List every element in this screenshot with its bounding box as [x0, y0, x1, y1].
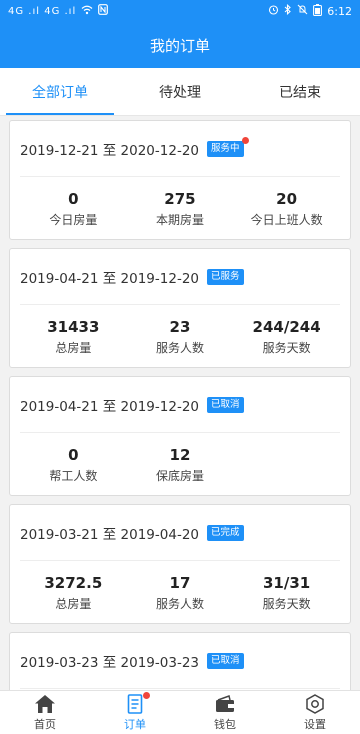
stat-item: 31/31 服务天数	[233, 573, 340, 612]
status-badge: 已服务	[207, 268, 244, 285]
stat-item: 0 今日房量	[20, 189, 127, 228]
order-card-header: 2019-03-23 至 2019-03-23 已取消	[20, 633, 340, 689]
order-stats: 0 帮工人数 12 保底房量	[20, 433, 340, 495]
order-date-range: 2019-04-21 至 2019-12-20	[20, 398, 199, 415]
stat-label: 服务天数	[262, 340, 311, 355]
order-card-header: 2019-04-21 至 2019-12-20 已取消	[20, 377, 340, 433]
bottom-nav: 首页 订单 钱包 设置	[0, 690, 360, 734]
nav-label: 订单	[124, 717, 146, 731]
tab-label: 已结束	[279, 84, 321, 101]
stat-value: 23	[169, 317, 191, 336]
order-stats: 3272.5 总房量 17 服务人数 31/31 服务天数	[20, 561, 340, 623]
order-card-header: 2019-03-21 至 2019-04-20 已完成	[20, 505, 340, 561]
notification-dot	[241, 136, 249, 144]
nfc-icon	[98, 4, 109, 18]
alarm-icon	[268, 4, 279, 18]
order-card[interactable]: 2019-04-21 至 2019-12-20 已取消 0 帮工人数 12 保底房量	[9, 376, 351, 496]
home-icon	[34, 694, 56, 714]
status-badge: 已取消	[207, 396, 244, 413]
bluetooth-icon	[284, 3, 292, 18]
nav-wallet[interactable]: 钱包	[180, 691, 270, 734]
stat-value: 31433	[47, 317, 100, 336]
stat-item: 31433 总房量	[20, 317, 127, 356]
stat-label: 今日房量	[49, 212, 98, 227]
order-date-range: 2019-03-21 至 2019-04-20	[20, 526, 199, 543]
wallet-icon	[214, 694, 236, 714]
stat-value: 17	[169, 573, 191, 592]
tab-pending[interactable]: 待处理	[120, 68, 240, 115]
stat-value: 20	[276, 189, 298, 208]
stat-label: 今日上班人数	[250, 212, 323, 227]
order-date-range: 2019-03-23 至 2019-03-23	[20, 654, 199, 671]
order-list[interactable]: 2019-12-21 至 2020-12-20 服务中 0 今日房量 275 本期房…	[0, 116, 360, 690]
status-bar: 4G .ıl 4G .ıl 6:12	[0, 0, 360, 22]
status-badge: 已完成	[207, 524, 244, 541]
stat-label: 保底房量	[155, 468, 204, 483]
stat-value: 0	[68, 189, 79, 208]
order-stats: 31433 总房量 23 服务人数 244/244 服务天数	[20, 305, 340, 367]
status-badge: 服务中	[207, 136, 249, 157]
stat-item: 17 服务人数	[127, 573, 234, 612]
tab-all-orders[interactable]: 全部订单	[0, 68, 120, 115]
nav-orders[interactable]: 订单	[90, 691, 180, 734]
clock-time: 6:12	[327, 4, 352, 18]
stat-value: 3272.5	[44, 573, 103, 592]
order-card-header: 2019-12-21 至 2020-12-20 服务中	[20, 121, 340, 177]
stat-label: 本期房量	[155, 212, 204, 227]
nav-home[interactable]: 首页	[0, 691, 90, 734]
nav-settings[interactable]: 设置	[270, 691, 360, 734]
stat-item: 20 今日上班人数	[233, 189, 340, 228]
nav-label: 钱包	[214, 717, 236, 731]
stat-item: 244/244 服务天数	[233, 317, 340, 356]
app-bar: 我的订单	[0, 22, 360, 68]
order-card[interactable]: 2019-04-21 至 2019-12-20 已服务 31433 总房量 23 服…	[9, 248, 351, 368]
stat-value: 31/31	[262, 573, 311, 592]
status-text: 服务中	[211, 142, 240, 154]
stat-label: 服务人数	[155, 340, 204, 355]
notification-dot	[143, 691, 150, 699]
stat-label: 总房量	[55, 340, 92, 355]
stat-item: 12 保底房量	[127, 445, 234, 484]
order-date-range: 2019-12-21 至 2020-12-20	[20, 142, 199, 159]
stat-item: 3272.5 总房量	[20, 573, 127, 612]
tab-label: 全部订单	[32, 84, 88, 101]
stat-value: 12	[169, 445, 191, 464]
mute-icon	[297, 4, 308, 18]
stat-label: 帮工人数	[49, 468, 98, 483]
order-card[interactable]: 2019-03-21 至 2019-04-20 已完成 3272.5 总房量 17…	[9, 504, 351, 624]
order-date-range: 2019-04-21 至 2019-12-20	[20, 270, 199, 287]
order-tabs: 全部订单 待处理 已结束	[0, 68, 360, 116]
signal-text: 4G .ıl 4G .ıl	[8, 5, 77, 17]
stat-value: 0	[68, 445, 79, 464]
stat-value: 275	[164, 189, 196, 208]
order-card[interactable]: 2019-03-23 至 2019-03-23 已取消	[9, 632, 351, 690]
status-badge: 已取消	[207, 652, 244, 669]
battery-icon	[313, 3, 323, 19]
order-card-header: 2019-04-21 至 2019-12-20 已服务	[20, 249, 340, 305]
stat-item: 275 本期房量	[127, 189, 234, 228]
stat-label: 服务天数	[262, 596, 311, 611]
nav-label: 首页	[34, 717, 56, 731]
page-title: 我的订单	[149, 36, 210, 55]
stat-item: 0 帮工人数	[20, 445, 127, 484]
nav-label: 设置	[304, 717, 326, 731]
tab-label: 待处理	[159, 84, 201, 101]
wifi-icon	[81, 5, 93, 18]
order-card[interactable]: 2019-12-21 至 2020-12-20 服务中 0 今日房量 275 本期房…	[9, 120, 351, 240]
settings-icon	[304, 693, 326, 714]
stat-item: 23 服务人数	[127, 317, 234, 356]
orders-icon	[124, 691, 150, 714]
stat-label: 总房量	[55, 596, 92, 611]
stat-value: 244/244	[252, 317, 321, 336]
tab-ended[interactable]: 已结束	[240, 68, 360, 115]
stat-label: 服务人数	[155, 596, 204, 611]
order-stats: 0 今日房量 275 本期房量 20 今日上班人数	[20, 177, 340, 239]
